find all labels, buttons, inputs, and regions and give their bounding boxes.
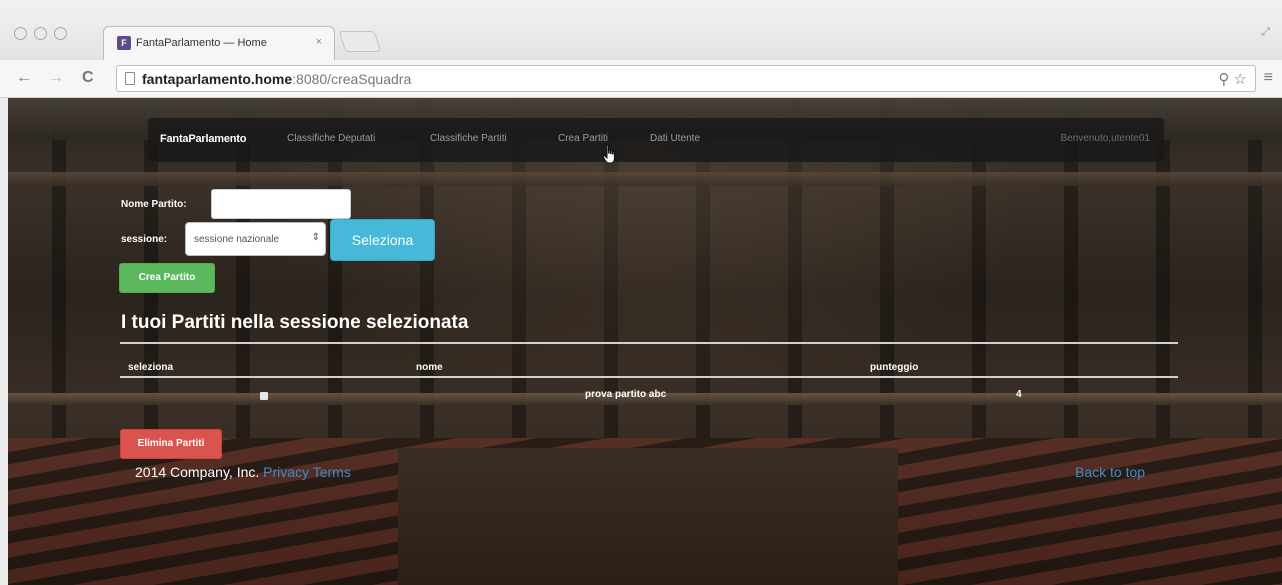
- zoom-window-button[interactable]: [54, 27, 67, 40]
- browser-tab[interactable]: F FantaParlamento — Home ×: [103, 26, 335, 60]
- fullscreen-icon[interactable]: ⤢: [1261, 26, 1270, 39]
- nav-link-crea-partiti[interactable]: Crea Partiti: [558, 133, 608, 144]
- seleziona-button[interactable]: Seleziona: [330, 219, 435, 261]
- nome-partito-label: Nome Partito:: [121, 199, 187, 210]
- tab-title: FantaParlamento — Home: [136, 37, 267, 49]
- site-navbar: FantaParlamento Classifiche Deputati Cla…: [148, 118, 1164, 162]
- column-header-seleziona: seleziona: [128, 362, 174, 373]
- nav-link-classifiche-partiti[interactable]: Classifiche Partiti: [430, 133, 507, 144]
- browser-toolbar: ← → C fantaparlamento.home:8080/creaSqua…: [0, 60, 1282, 98]
- favicon-icon: F: [117, 36, 131, 50]
- back-button[interactable]: ←: [16, 69, 32, 87]
- hand-cursor-icon: [602, 144, 615, 164]
- column-header-nome: nome: [416, 362, 443, 373]
- address-bar-icons: ⚲ ☆: [1218, 70, 1247, 88]
- url-path: :8080/creaSquadra: [292, 71, 412, 87]
- reload-button[interactable]: C: [82, 69, 94, 87]
- sessione-selected-value: sessione nazionale: [194, 234, 280, 245]
- bookmark-star-icon[interactable]: ☆: [1234, 71, 1247, 88]
- minimize-window-button[interactable]: [34, 27, 47, 40]
- page-icon: [125, 72, 135, 85]
- page-viewport: FantaParlamento Classifiche Deputati Cla…: [8, 98, 1282, 585]
- tab-close-icon[interactable]: ×: [316, 36, 322, 48]
- browser-menu-icon[interactable]: ≡: [1264, 69, 1273, 87]
- nome-partito-input[interactable]: [211, 189, 351, 219]
- nav-link-dati-utente[interactable]: Dati Utente: [650, 133, 700, 144]
- column-header-punteggio: punteggio: [870, 362, 919, 373]
- footer-copyright: 2014 Company, Inc.: [135, 464, 260, 480]
- search-icon[interactable]: ⚲: [1218, 71, 1229, 88]
- sessione-select[interactable]: sessione nazionale ⇕: [185, 222, 326, 256]
- back-to-top-link[interactable]: Back to top: [1075, 464, 1145, 480]
- footer: 2014 Company, Inc. Privacy Terms: [135, 464, 351, 480]
- sessione-label: sessione:: [121, 234, 168, 245]
- welcome-text: Benvenuto,utente01: [1060, 133, 1150, 144]
- nav-link-classifiche-deputati[interactable]: Classifiche Deputati: [287, 133, 375, 144]
- address-bar[interactable]: fantaparlamento.home:8080/creaSquadra ⚲ …: [116, 65, 1256, 92]
- table-top-border: [120, 342, 1178, 344]
- browser-titlebar: F FantaParlamento — Home × ⤢: [0, 0, 1282, 60]
- new-tab-button[interactable]: [338, 31, 382, 52]
- privacy-link[interactable]: Privacy: [263, 464, 309, 480]
- section-title: I tuoi Partiti nella sessione selezionat…: [121, 312, 469, 333]
- forward-button[interactable]: →: [48, 69, 64, 87]
- background-well: [398, 448, 898, 585]
- row-select-checkbox[interactable]: [260, 392, 268, 400]
- navbar-brand[interactable]: FantaParlamento: [160, 133, 246, 145]
- row-punteggio: 4: [1016, 389, 1022, 400]
- select-arrows-icon: ⇕: [311, 232, 320, 243]
- elimina-partiti-button[interactable]: Elimina Partiti: [120, 429, 222, 459]
- crea-partito-button[interactable]: Crea Partito: [119, 263, 215, 293]
- close-window-button[interactable]: [14, 27, 27, 40]
- url-text[interactable]: fantaparlamento.home:8080/creaSquadra: [142, 71, 411, 87]
- background-cornice: [8, 172, 1282, 186]
- table-header-border: [120, 376, 1178, 378]
- row-nome: prova partito abc: [585, 389, 667, 400]
- terms-link[interactable]: Terms: [313, 464, 351, 480]
- url-host: fantaparlamento.home: [142, 71, 293, 87]
